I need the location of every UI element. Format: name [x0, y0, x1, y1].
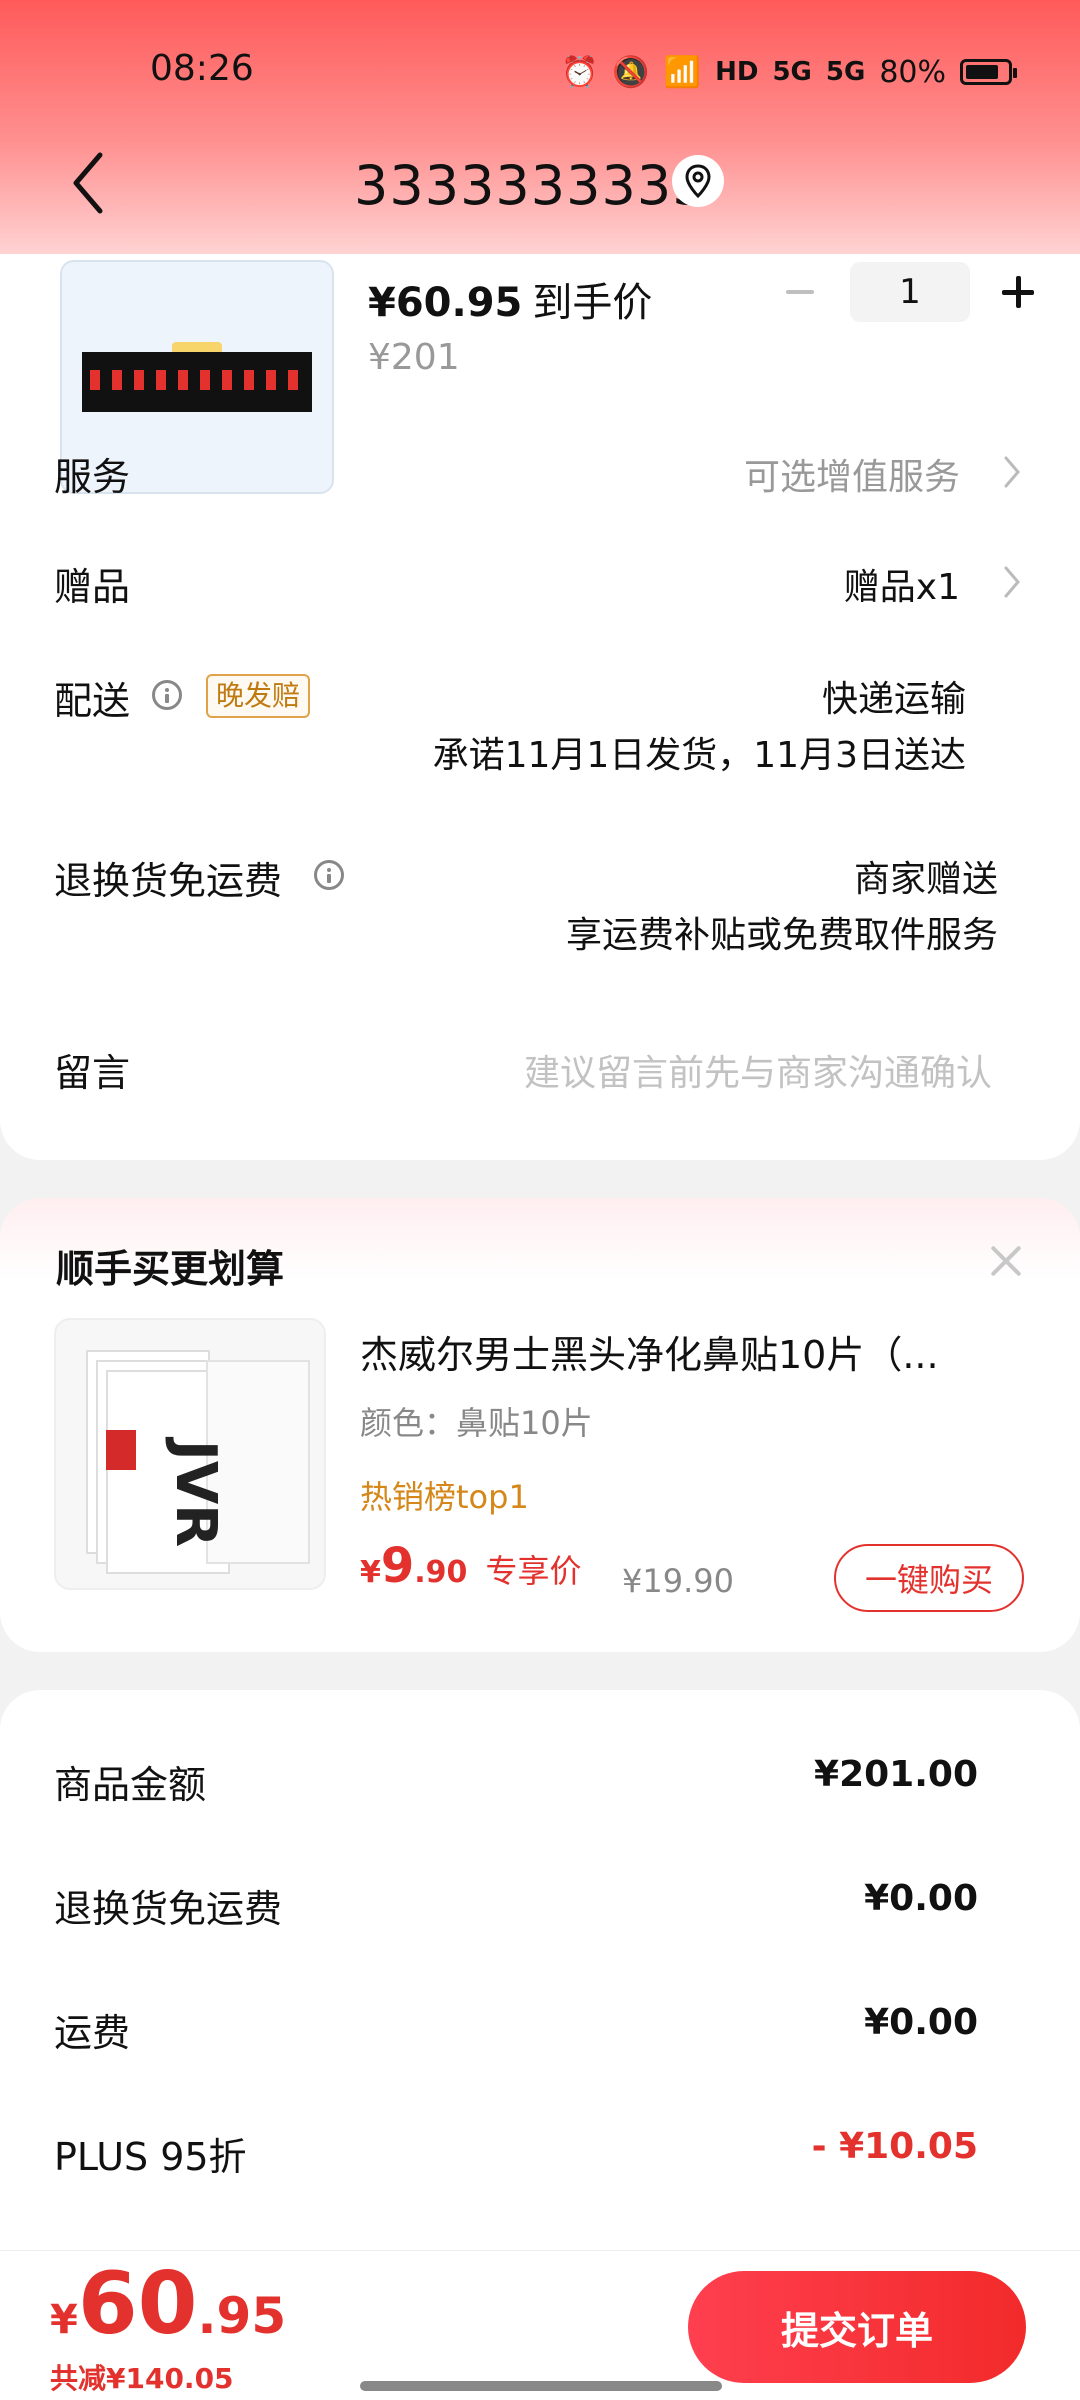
return-service: 享运费补贴或免费取件服务	[565, 915, 998, 956]
summary-value: ¥0.00	[864, 2002, 978, 2043]
upsell-original-price: ¥19.90	[622, 1562, 734, 1600]
summary-value: ¥0.00	[864, 1878, 978, 1919]
info-icon[interactable]	[314, 860, 344, 890]
price-summary-card: 商品金额 ¥201.00 退换货免运费 ¥0.00 运费 ¥0.00 PLUS …	[0, 1690, 1080, 2250]
product-price: ¥60.95 到手价	[368, 270, 652, 328]
return-row[interactable]: 退换货免运费 商家赠送 享运费补贴或免费取件服务	[0, 850, 1080, 970]
original-price: ¥201	[368, 337, 460, 378]
summary-label: 退换货免运费	[54, 1887, 283, 1931]
late-compensation-badge: 晚发赔	[206, 674, 311, 718]
summary-row: PLUS 95折 - ¥10.05	[0, 2126, 1080, 2186]
info-icon[interactable]	[152, 680, 182, 710]
message-row[interactable]: 留言 建议留言前先与商家沟通确认	[0, 1042, 1080, 1102]
message-label: 留言	[54, 1051, 131, 1095]
mute-bell-icon: 🔕	[612, 54, 650, 90]
gift-label: 赠品	[54, 565, 131, 609]
location-button[interactable]	[672, 155, 724, 207]
gift-row[interactable]: 赠品 赠品x1	[0, 556, 1080, 616]
upsell-title: 顺手买更划算	[56, 1247, 285, 1291]
total-price: ¥ 60 .95	[50, 2261, 286, 2347]
total-int: 60	[77, 2254, 198, 2354]
price-value: ¥60.95	[368, 280, 523, 326]
battery-fill	[966, 65, 998, 79]
summary-label: 运费	[54, 2011, 131, 2055]
upsell-price-int: 9	[380, 1538, 415, 1594]
order-details-card: ¥60.95 到手价 ¥201 1 服务 可选增值服务 赠品 赠品x1 配送 晚…	[0, 170, 1080, 1160]
home-indicator[interactable]	[360, 2381, 722, 2391]
service-row[interactable]: 服务 可选增值服务	[0, 446, 1080, 506]
wifi-icon: 📶	[663, 54, 702, 90]
message-input[interactable]: 建议留言前先与商家沟通确认	[524, 1044, 992, 1096]
signal-1: 5G	[772, 57, 812, 87]
decrease-button[interactable]	[770, 262, 830, 322]
quantity-input[interactable]: 1	[850, 262, 970, 322]
order-confirm-page: 08:26 ⏰ 🔕 📶 HD 5G 5G 80% 3333333333 ¥60.…	[0, 0, 1080, 2400]
header: 08:26 ⏰ 🔕 📶 HD 5G 5G 80% 3333333333	[0, 0, 1080, 254]
summary-value: ¥201.00	[814, 1754, 978, 1795]
upsell-price-tag: 专享价	[485, 1552, 582, 1590]
service-label: 服务	[54, 455, 131, 499]
one-click-buy-button[interactable]: 一键购买	[834, 1544, 1024, 1612]
battery-icon	[960, 59, 1017, 85]
service-value: 可选增值服务	[743, 457, 960, 498]
brand-logo: JVR	[163, 1440, 228, 1548]
battery-percent: 80%	[879, 54, 946, 90]
upsell-card: 顺手买更划算 JVR 杰威尔男士黑头净化鼻贴10片（... 颜色：鼻贴10片 热…	[0, 1198, 1080, 1652]
thumb-mark	[106, 1430, 136, 1470]
summary-row: 退换货免运费 ¥0.00	[0, 1878, 1080, 1938]
summary-row: 运费 ¥0.00	[0, 2002, 1080, 2062]
delivery-method: 快递运输	[821, 679, 966, 720]
back-button[interactable]	[58, 148, 118, 218]
return-label: 退换货免运费	[54, 859, 283, 903]
thumb-strip	[82, 352, 312, 412]
summary-row: 商品金额 ¥201.00	[0, 1754, 1080, 1814]
upsell-thumbnail[interactable]: JVR	[54, 1318, 326, 1590]
increase-button[interactable]	[988, 262, 1048, 322]
upsell-price-currency: ¥	[360, 1555, 381, 1590]
status-bar: 08:26 ⏰ 🔕 📶 HD 5G 5G 80%	[0, 40, 1080, 104]
chevron-right-icon	[1002, 564, 1022, 600]
location-pin-icon	[685, 164, 711, 198]
chevron-left-icon	[73, 152, 103, 214]
summary-label: PLUS 95折	[54, 2135, 247, 2179]
nav-bar: 3333333333	[0, 130, 1080, 240]
summary-label: 商品金额	[54, 1763, 207, 1807]
chevron-right-icon	[1002, 454, 1022, 490]
page-title: 3333333333	[354, 154, 708, 217]
upsell-product-name[interactable]: 杰威尔男士黑头净化鼻贴10片（...	[360, 1324, 990, 1379]
bottom-bar: ¥ 60 .95 共减¥140.05 提交订单	[0, 2250, 1080, 2400]
total-dec: .95	[197, 2287, 287, 2345]
status-time: 08:26	[150, 48, 254, 89]
signal-2: 5G	[825, 57, 866, 87]
total-currency: ¥	[50, 2297, 78, 2343]
close-icon[interactable]	[984, 1240, 1026, 1282]
delivery-row[interactable]: 配送 晚发赔 快递运输 承诺11月1日发货，11月3日送达	[0, 670, 1080, 790]
quantity-stepper: 1	[770, 262, 1048, 322]
delivery-label: 配送	[54, 679, 131, 723]
alarm-icon: ⏰	[561, 54, 599, 90]
upsell-price-dec: .90	[414, 1555, 468, 1590]
summary-value: - ¥10.05	[811, 2126, 978, 2167]
hd-badge: HD	[715, 57, 759, 87]
gift-value: 赠品x1	[843, 567, 960, 608]
upsell-hot-rank: 热销榜top1	[360, 1478, 529, 1516]
submit-order-button[interactable]: 提交订单	[688, 2271, 1026, 2383]
price-suffix: 到手价	[532, 280, 653, 326]
delivery-promise: 承诺11月1日发货，11月3日送达	[432, 735, 966, 776]
minus-icon	[786, 290, 814, 294]
return-provider: 商家赠送	[853, 859, 998, 900]
upsell-price: ¥ 9 .90 专享价	[360, 1538, 581, 1594]
upsell-spec: 颜色：鼻贴10片	[360, 1404, 593, 1442]
status-icons: ⏰ 🔕 📶 HD 5G 5G 80%	[561, 48, 1017, 96]
total-saved: 共减¥140.05	[50, 2362, 234, 2395]
